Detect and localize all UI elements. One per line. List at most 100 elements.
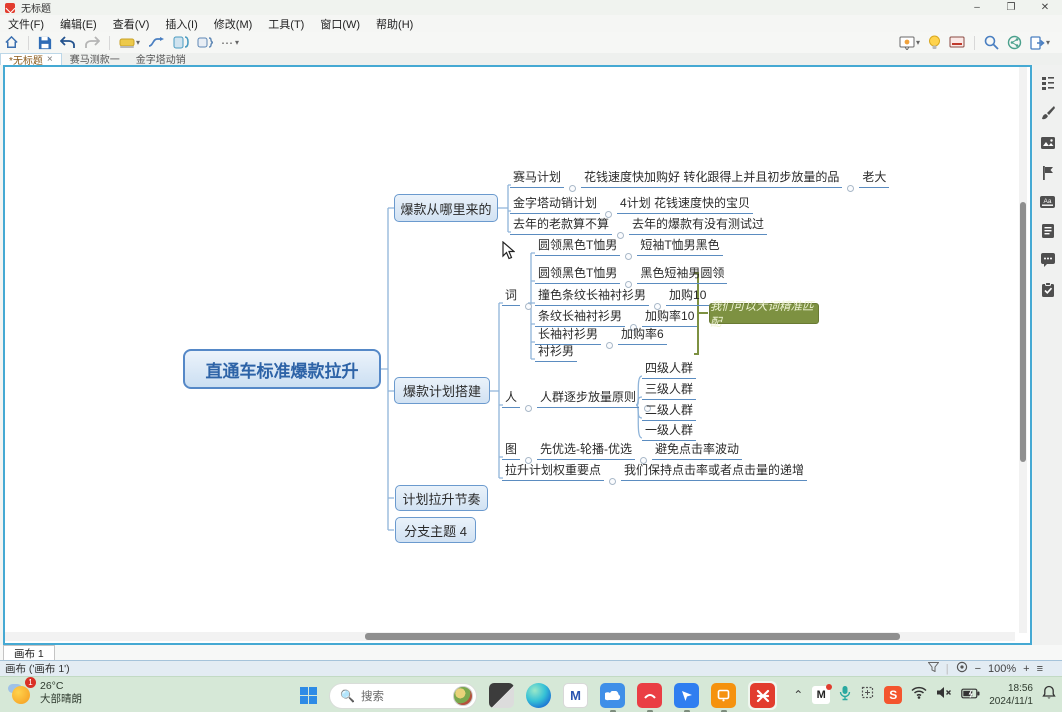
tab-close-icon[interactable]: × <box>47 54 53 65</box>
volume-muted-tray-icon[interactable] <box>936 686 952 704</box>
node-row[interactable]: 去年的老款算不算 去年的爆款有没有测试过 <box>510 215 767 235</box>
save-button[interactable] <box>34 33 56 53</box>
branch-subtopic-4[interactable]: 分支主题 4 <box>395 517 476 543</box>
node-row[interactable]: 赛马计划 花钱速度快加购好 转化跟得上并且初步放量的品 老大 <box>510 168 889 188</box>
branch-plan-building[interactable]: 爆款计划搭建 <box>394 377 490 404</box>
collapse-handle[interactable] <box>847 185 854 192</box>
zoom-in-button[interactable]: + <box>1023 663 1029 675</box>
relationship-button[interactable] <box>144 33 169 53</box>
search-button[interactable] <box>980 33 1003 53</box>
format-brush-icon[interactable] <box>1040 105 1056 121</box>
doc-tab-saima[interactable]: 赛马测款一 <box>62 53 128 65</box>
cloud-app-icon[interactable] <box>600 683 625 708</box>
battery-tray-icon[interactable] <box>961 686 980 704</box>
comment-icon[interactable] <box>1040 253 1056 268</box>
node-picture[interactable]: 图 先优选-轮播-优选 避免点击率波动 <box>502 440 742 460</box>
red-app-icon[interactable] <box>637 683 662 708</box>
more-tools-button[interactable]: ⋯ ▾ <box>217 33 243 53</box>
maximize-button[interactable]: ❐ <box>994 0 1028 15</box>
menu-tools[interactable]: 工具(T) <box>260 16 312 32</box>
zoom-reset-icon[interactable] <box>956 661 968 676</box>
collapse-handle[interactable] <box>609 478 616 485</box>
redo-button[interactable] <box>80 33 104 53</box>
export-button[interactable]: ▾ <box>1026 33 1054 53</box>
collapse-handle[interactable] <box>625 253 632 260</box>
callout-note[interactable]: 我们可以大词精准匹配 <box>709 303 819 324</box>
taskbar-search[interactable]: 🔍 搜索 <box>329 683 477 709</box>
snip-tool-tray-icon[interactable] <box>860 685 875 705</box>
node-row[interactable]: 衬衫男 <box>535 342 577 362</box>
menu-insert[interactable]: 插入(I) <box>157 16 205 32</box>
blue-arrow-app-icon[interactable] <box>674 683 699 708</box>
lightbulb-button[interactable] <box>924 33 945 53</box>
xmind-app-active[interactable] <box>748 681 777 710</box>
microphone-tray-icon[interactable] <box>839 685 851 706</box>
outline-structure-icon[interactable] <box>1040 75 1056 91</box>
boundary-button[interactable] <box>193 33 217 53</box>
summary-button[interactable] <box>169 33 193 53</box>
doc-tab-untitled[interactable]: *无标题 × <box>0 53 62 65</box>
collapse-handle[interactable] <box>569 185 576 192</box>
node-row[interactable]: 圆领黑色T恤男 短袖T恤男黑色 <box>535 236 723 256</box>
file-explorer-icon[interactable] <box>489 683 514 708</box>
node-row[interactable]: 条纹长袖衬衫男 加购率10 <box>535 307 697 327</box>
task-icon[interactable] <box>1041 282 1055 298</box>
notes-icon[interactable] <box>1041 223 1055 239</box>
collapse-handle[interactable] <box>525 303 532 310</box>
share-button[interactable] <box>1003 33 1026 53</box>
branch-where-explosives-come-from[interactable]: 爆款从哪里来的 <box>394 194 498 222</box>
clock-widget[interactable]: 18:56 2024/11/1 <box>989 682 1033 708</box>
menu-modify[interactable]: 修改(M) <box>206 16 261 32</box>
minimize-button[interactable]: – <box>960 0 994 15</box>
home-button[interactable] <box>0 33 23 53</box>
node-row[interactable]: 金字塔动销计划 4计划 花钱速度快的宝贝 <box>510 194 753 214</box>
label-icon[interactable]: Aa <box>1039 195 1056 209</box>
close-button[interactable]: ✕ <box>1028 0 1062 15</box>
node-row[interactable]: 三级人群 <box>642 380 696 400</box>
edge-browser-icon[interactable] <box>526 683 551 708</box>
filter-icon[interactable] <box>928 662 939 675</box>
flag-marker-icon[interactable] <box>1040 165 1056 181</box>
root-topic[interactable]: 直通车标准爆款拉升 <box>183 349 381 389</box>
sheet-style-button[interactable]: ▾ <box>115 33 144 53</box>
orange-app-icon[interactable] <box>711 683 736 708</box>
node-weight[interactable]: 拉升计划权重要点 我们保持点击率或者点击量的递增 <box>502 461 807 481</box>
collapse-handle[interactable] <box>525 405 532 412</box>
collapse-handle[interactable] <box>606 342 613 349</box>
node-row[interactable]: 一级人群 <box>642 421 696 441</box>
mindmap-canvas[interactable]: 直通车标准爆款拉升 爆款从哪里来的 爆款计划搭建 计划拉升节奏 分支主题 4 赛… <box>3 65 1032 645</box>
node-row[interactable]: 撞色条纹长袖衬衫男 加购10 <box>535 286 709 306</box>
menu-edit[interactable]: 编辑(E) <box>52 16 105 32</box>
weather-widget[interactable]: 1 26°C 大部晴朗 <box>8 680 82 706</box>
sheet-tab-canvas1[interactable]: 画布 1 <box>3 645 55 660</box>
sogou-input-tray-icon[interactable]: S <box>884 686 902 704</box>
tray-expand-chevron[interactable]: ⌃ <box>793 688 803 702</box>
menu-window[interactable]: 窗口(W) <box>312 16 368 32</box>
horizontal-scrollbar-thumb[interactable] <box>365 633 900 640</box>
vertical-scrollbar[interactable] <box>1019 67 1027 633</box>
node-row[interactable]: 四级人群 <box>642 359 696 379</box>
m-tray-icon[interactable]: M <box>812 686 830 704</box>
horizontal-scrollbar[interactable] <box>5 632 1015 641</box>
presentation-button[interactable]: ▾ <box>895 33 924 53</box>
mindmaster-app-icon[interactable]: M <box>563 683 588 708</box>
doc-tab-jinzita[interactable]: 金字塔动销 <box>128 53 194 65</box>
menu-help[interactable]: 帮助(H) <box>368 16 421 32</box>
fit-map-button[interactable]: ≡ <box>1037 663 1043 675</box>
wifi-tray-icon[interactable] <box>911 686 927 704</box>
node-row[interactable]: 圆领黑色T恤男 黑色短袖男圆领 <box>535 264 727 284</box>
image-icon[interactable] <box>1040 135 1056 151</box>
pitch-mode-button[interactable] <box>945 33 969 53</box>
menu-view[interactable]: 查看(V) <box>105 16 158 32</box>
zoom-out-button[interactable]: − <box>975 663 981 675</box>
search-highlight-avatar[interactable] <box>453 686 473 706</box>
notification-bell-icon[interactable] <box>1042 685 1056 705</box>
node-people[interactable]: 人 人群逐步放量原则 <box>502 388 656 408</box>
undo-button[interactable] <box>56 33 80 53</box>
menu-file[interactable]: 文件(F) <box>0 16 52 32</box>
vertical-scrollbar-thumb[interactable] <box>1020 202 1026 462</box>
windows-start-button[interactable] <box>300 687 317 704</box>
node-word[interactable]: 词 <box>502 286 537 306</box>
node-row[interactable]: 二级人群 <box>642 401 696 421</box>
branch-plan-rhythm[interactable]: 计划拉升节奏 <box>395 485 488 511</box>
